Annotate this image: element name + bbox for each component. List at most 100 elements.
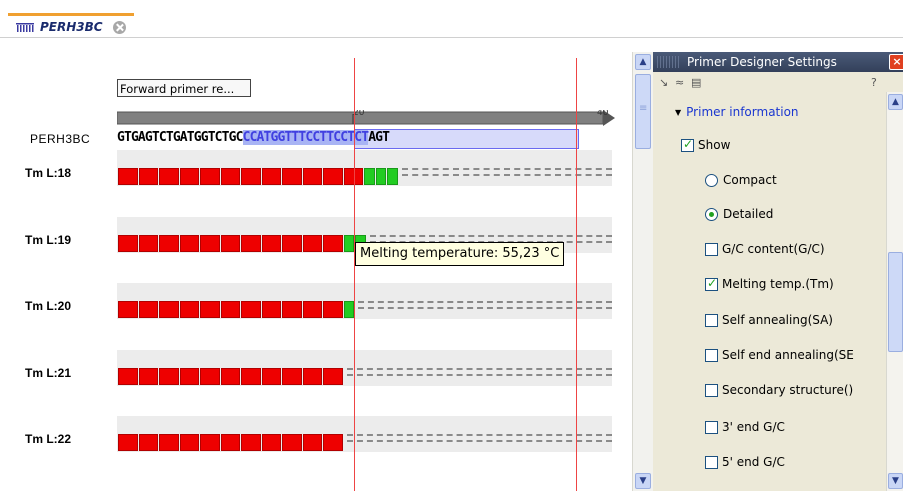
low-tm-bar[interactable]: [220, 235, 240, 252]
low-tm-bar[interactable]: [138, 168, 158, 185]
low-tm-bar[interactable]: [282, 168, 302, 185]
low-tm-bar[interactable]: [261, 168, 281, 185]
low-tm-bar[interactable]: [159, 168, 179, 185]
ok-tm-bar[interactable]: [343, 235, 355, 252]
low-tm-bar[interactable]: [118, 301, 138, 318]
low-tm-bar[interactable]: [179, 301, 199, 318]
checkbox-icon[interactable]: [705, 276, 718, 291]
low-tm-bar[interactable]: [323, 235, 343, 252]
low-tm-bar[interactable]: [200, 434, 220, 451]
checkbox-icon[interactable]: [705, 383, 718, 397]
low-tm-bar[interactable]: [323, 301, 343, 318]
low-tm-bar[interactable]: [282, 301, 302, 318]
low-tm-bar[interactable]: [302, 235, 322, 252]
low-tm-bar[interactable]: [138, 434, 158, 451]
low-tm-bar[interactable]: [282, 434, 302, 451]
scroll-down-button[interactable]: ▼: [888, 473, 903, 489]
three-prime-gc-checkbox[interactable]: 3' end G/C: [705, 420, 785, 434]
melting-temp-checkbox[interactable]: Melting temp.(Tm): [705, 276, 834, 291]
low-tm-bar[interactable]: [323, 368, 343, 385]
low-tm-bar[interactable]: [159, 235, 179, 252]
low-tm-bar[interactable]: [200, 368, 220, 385]
pin-icon[interactable]: ↘: [659, 76, 668, 89]
compact-radio[interactable]: Compact: [705, 173, 777, 187]
low-tm-bar[interactable]: [302, 301, 322, 318]
checkbox-icon[interactable]: [705, 348, 718, 362]
low-tm-bar[interactable]: [220, 368, 240, 385]
low-tm-bar[interactable]: [138, 368, 158, 385]
selection-end-line[interactable]: [576, 58, 577, 491]
low-tm-bar[interactable]: [159, 301, 179, 318]
checkbox-icon[interactable]: [705, 455, 718, 469]
low-tm-bar[interactable]: [118, 434, 138, 451]
checkbox-icon[interactable]: [681, 137, 694, 152]
ok-tm-bar[interactable]: [387, 168, 399, 185]
section-primer-information[interactable]: Primer information: [675, 105, 798, 119]
low-tm-bar[interactable]: [138, 235, 158, 252]
low-tm-bar[interactable]: [302, 168, 322, 185]
low-tm-bar[interactable]: [323, 434, 343, 451]
low-tm-bar[interactable]: [118, 168, 138, 185]
scroll-thumb[interactable]: [635, 74, 651, 149]
low-tm-bar[interactable]: [118, 368, 138, 385]
low-tm-bar[interactable]: [220, 301, 240, 318]
sequence-view[interactable]: Forward primer re... 20 40 PERH3BC GTGAG…: [0, 38, 632, 491]
low-tm-bar[interactable]: [282, 235, 302, 252]
self-annealing-checkbox[interactable]: Self annealing(SA): [705, 313, 833, 327]
self-end-annealing-checkbox[interactable]: Self end annealing(SE: [705, 348, 854, 362]
scroll-up-button[interactable]: ▲: [888, 94, 903, 110]
low-tm-bar[interactable]: [241, 235, 261, 252]
low-tm-bar[interactable]: [261, 235, 281, 252]
settings-vertical-scrollbar[interactable]: ▲ ▼: [886, 92, 903, 491]
forward-primer-region-label[interactable]: Forward primer re...: [117, 79, 251, 97]
secondary-structure-checkbox[interactable]: Secondary structure(): [705, 383, 853, 397]
low-tm-bar[interactable]: [200, 168, 220, 185]
low-tm-bar[interactable]: [241, 168, 261, 185]
ok-tm-bar[interactable]: [343, 301, 355, 318]
tab-perh3bc[interactable]: PERH3BC: [8, 13, 134, 38]
close-icon[interactable]: [112, 20, 126, 34]
checkbox-icon[interactable]: [705, 242, 718, 256]
restore-icon[interactable]: ≈: [675, 76, 684, 89]
low-tm-bar[interactable]: [179, 168, 199, 185]
grip-icon[interactable]: [657, 56, 679, 68]
ok-tm-bar[interactable]: [375, 168, 387, 185]
checkbox-icon[interactable]: [705, 313, 718, 327]
sequence-bases[interactable]: GTGAGTCTGATGGTCTGCCCATGGTTTCCTTCCTCTAGT: [117, 130, 390, 145]
low-tm-bar[interactable]: [323, 168, 343, 185]
checkbox-icon[interactable]: [705, 420, 718, 434]
panel-title-bar[interactable]: Primer Designer Settings ×: [653, 52, 903, 72]
low-tm-bar[interactable]: [200, 301, 220, 318]
detailed-radio[interactable]: Detailed: [705, 207, 773, 221]
scroll-thumb[interactable]: [888, 252, 903, 352]
save-settings-icon[interactable]: ▤: [691, 76, 701, 89]
low-tm-bar[interactable]: [282, 368, 302, 385]
scroll-up-button[interactable]: ▲: [635, 54, 651, 70]
radio-icon[interactable]: [705, 173, 718, 187]
low-tm-bar[interactable]: [241, 301, 261, 318]
low-tm-bar[interactable]: [200, 235, 220, 252]
close-icon[interactable]: ×: [889, 54, 903, 70]
low-tm-bar[interactable]: [179, 434, 199, 451]
low-tm-bar[interactable]: [261, 368, 281, 385]
low-tm-bar[interactable]: [302, 434, 322, 451]
low-tm-bar[interactable]: [179, 235, 199, 252]
low-tm-bar[interactable]: [241, 368, 261, 385]
sequence-vertical-scrollbar[interactable]: ▲ ▼: [632, 52, 653, 491]
low-tm-bar[interactable]: [118, 235, 138, 252]
scroll-down-button[interactable]: ▼: [635, 473, 651, 489]
five-prime-gc-checkbox[interactable]: 5' end G/C: [705, 455, 785, 469]
low-tm-bar[interactable]: [138, 301, 158, 318]
low-tm-bar[interactable]: [220, 434, 240, 451]
gc-content-checkbox[interactable]: G/C content(G/C): [705, 242, 825, 256]
low-tm-bar[interactable]: [261, 301, 281, 318]
help-icon[interactable]: ?: [871, 76, 877, 89]
low-tm-bar[interactable]: [179, 368, 199, 385]
low-tm-bar[interactable]: [159, 368, 179, 385]
low-tm-bar[interactable]: [220, 168, 240, 185]
ok-tm-bar[interactable]: [364, 168, 375, 185]
radio-icon[interactable]: [705, 207, 718, 221]
low-tm-bar[interactable]: [261, 434, 281, 451]
low-tm-bar[interactable]: [302, 368, 322, 385]
show-checkbox[interactable]: Show: [681, 137, 730, 152]
